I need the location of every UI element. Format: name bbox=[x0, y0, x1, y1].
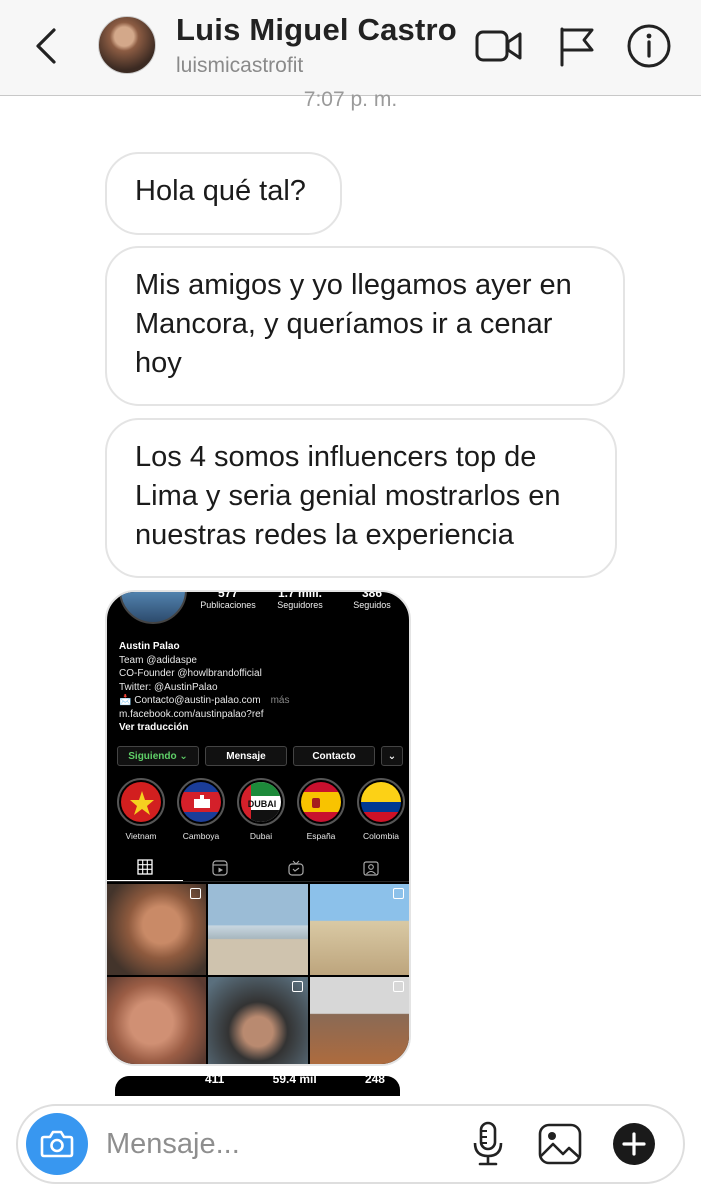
highlight-dubai: DUBAI Dubai bbox=[233, 778, 289, 841]
bio-line: m.facebook.com/austinpalao?ref bbox=[119, 708, 264, 720]
avatar[interactable] bbox=[98, 16, 156, 74]
following-button: Siguiendo ⌄ bbox=[117, 746, 199, 766]
highlight-label: Vietnam bbox=[125, 831, 157, 841]
highlight-label: Dubai bbox=[249, 831, 273, 841]
highlight-vietnam: Vietnam bbox=[113, 778, 169, 841]
highlight-camboya: Camboya bbox=[173, 778, 229, 841]
reels-icon bbox=[212, 859, 228, 876]
stat-value: 59.4 mil bbox=[272, 1076, 317, 1086]
contact-handle[interactable]: luismicastrofit bbox=[176, 54, 303, 78]
profile-stats: 411 59.4 mil 248 bbox=[205, 1076, 385, 1086]
info-icon bbox=[627, 24, 671, 68]
tab-igtv bbox=[258, 854, 334, 881]
shared-profile-screenshot[interactable]: 577 Publicaciones 1.7 mill. Seguidores 3… bbox=[105, 590, 411, 1066]
message-bubble[interactable]: Mis amigos y yo llegamos ayer en Mancora… bbox=[105, 246, 625, 406]
svg-text:DUBAI: DUBAI bbox=[248, 799, 277, 809]
bio-line: CO-Founder @howlbrandofficial bbox=[119, 668, 262, 679]
stat-value: 248 bbox=[364, 1076, 385, 1086]
contact-button: Contacto bbox=[293, 746, 375, 766]
message-composer bbox=[16, 1104, 685, 1184]
more-link: más bbox=[270, 695, 290, 706]
bio-line: Team @adidaspe bbox=[119, 654, 197, 666]
profile-tabs bbox=[107, 854, 409, 882]
gallery-button[interactable] bbox=[536, 1120, 584, 1168]
translate-link: Ver traducción bbox=[119, 722, 189, 733]
photo-grid bbox=[107, 884, 409, 1064]
tab-grid bbox=[107, 854, 183, 881]
photo-thumbnail bbox=[107, 977, 207, 1064]
multi-photo-icon bbox=[393, 981, 404, 992]
profile-bio: Austin Palao Team @adidaspe CO-Founder @… bbox=[119, 640, 289, 735]
photo-thumbnail bbox=[208, 884, 308, 975]
voice-message-button[interactable] bbox=[464, 1120, 512, 1168]
info-button[interactable] bbox=[624, 22, 674, 70]
stat-label: Seguidores bbox=[277, 600, 323, 610]
plus-circle-icon bbox=[613, 1123, 655, 1165]
multi-photo-icon bbox=[291, 981, 303, 992]
stat-value: 1.7 mill. bbox=[277, 590, 323, 600]
chat-header: Luis Miguel Castro luismicastrofit bbox=[0, 0, 701, 96]
grid-icon bbox=[137, 859, 153, 875]
message-profile-button: Mensaje bbox=[205, 746, 287, 766]
highlight-label: España bbox=[306, 831, 336, 841]
highlight-espana: España bbox=[293, 778, 349, 841]
message-bubble[interactable]: Los 4 somos influencers top de Lima y se… bbox=[105, 418, 617, 578]
igtv-icon bbox=[288, 860, 304, 876]
highlights-row: Vietnam Camboya DUBAI Dubai España Colom… bbox=[113, 778, 409, 841]
stat-label: Seguidos bbox=[353, 600, 391, 610]
tab-tagged bbox=[334, 854, 410, 881]
stat-following: 386 Seguidos bbox=[337, 590, 407, 611]
stat-posts: 577 Publicaciones bbox=[193, 590, 263, 611]
stat-value: 386 bbox=[361, 590, 383, 600]
bio-line: Twitter: @AustinPalao bbox=[119, 681, 218, 693]
flag-icon bbox=[560, 27, 594, 67]
bio-line: 📩 Contacto@austin-palao.com más bbox=[119, 694, 289, 708]
highlight-colombia: Colombia bbox=[353, 778, 409, 841]
photo-thumbnail bbox=[208, 977, 308, 1064]
shared-profile-screenshot-2[interactable]: 411 59.4 mil 248 bbox=[115, 1076, 400, 1096]
message-timestamp: 7:07 p. m. bbox=[303, 88, 398, 111]
image-icon bbox=[538, 1123, 582, 1165]
stat-value: 577 bbox=[217, 590, 239, 600]
tagged-icon bbox=[363, 860, 379, 876]
dropdown-button: ⌄ bbox=[381, 746, 403, 766]
contact-name[interactable]: Luis Miguel Castro bbox=[176, 12, 457, 48]
spain-flag-icon bbox=[312, 798, 320, 808]
back-button[interactable] bbox=[26, 24, 66, 68]
profile-stats: 577 Publicaciones 1.7 mill. Seguidores 3… bbox=[193, 590, 407, 611]
microphone-icon bbox=[473, 1121, 503, 1166]
photo-thumbnail bbox=[309, 977, 409, 1064]
stat-value: 411 bbox=[205, 1076, 225, 1086]
camera-icon bbox=[40, 1130, 74, 1158]
cambodia-flag-icon bbox=[194, 795, 210, 808]
multi-photo-icon bbox=[190, 888, 202, 899]
stat-label: Publicaciones bbox=[200, 600, 256, 610]
stat-followers: 1.7 mill. Seguidores bbox=[265, 590, 335, 611]
multi-photo-icon bbox=[393, 888, 404, 899]
report-button[interactable] bbox=[551, 22, 601, 70]
add-button[interactable] bbox=[610, 1120, 658, 1168]
highlight-label: Colombia bbox=[363, 831, 399, 841]
uae-flag-icon: DUBAI bbox=[248, 782, 281, 822]
profile-buttons: Siguiendo ⌄ Mensaje Contacto ⌄ bbox=[117, 746, 403, 766]
highlight-label: Camboya bbox=[182, 831, 220, 841]
profile-avatar bbox=[119, 592, 187, 624]
photo-thumbnail bbox=[107, 884, 207, 975]
camera-button[interactable] bbox=[26, 1113, 88, 1175]
bio-email: 📩 Contacto@austin-palao.com bbox=[119, 695, 261, 706]
tab-reels bbox=[183, 854, 259, 881]
profile-name: Austin Palao bbox=[119, 641, 180, 652]
message-input[interactable] bbox=[106, 1124, 446, 1164]
video-call-button[interactable] bbox=[474, 22, 524, 70]
video-camera-icon bbox=[475, 30, 522, 62]
photo-thumbnail bbox=[309, 884, 409, 975]
back-chevron-icon bbox=[36, 28, 56, 64]
message-bubble[interactable]: Hola qué tal? bbox=[105, 152, 342, 235]
vietnam-flag-icon bbox=[130, 791, 154, 815]
